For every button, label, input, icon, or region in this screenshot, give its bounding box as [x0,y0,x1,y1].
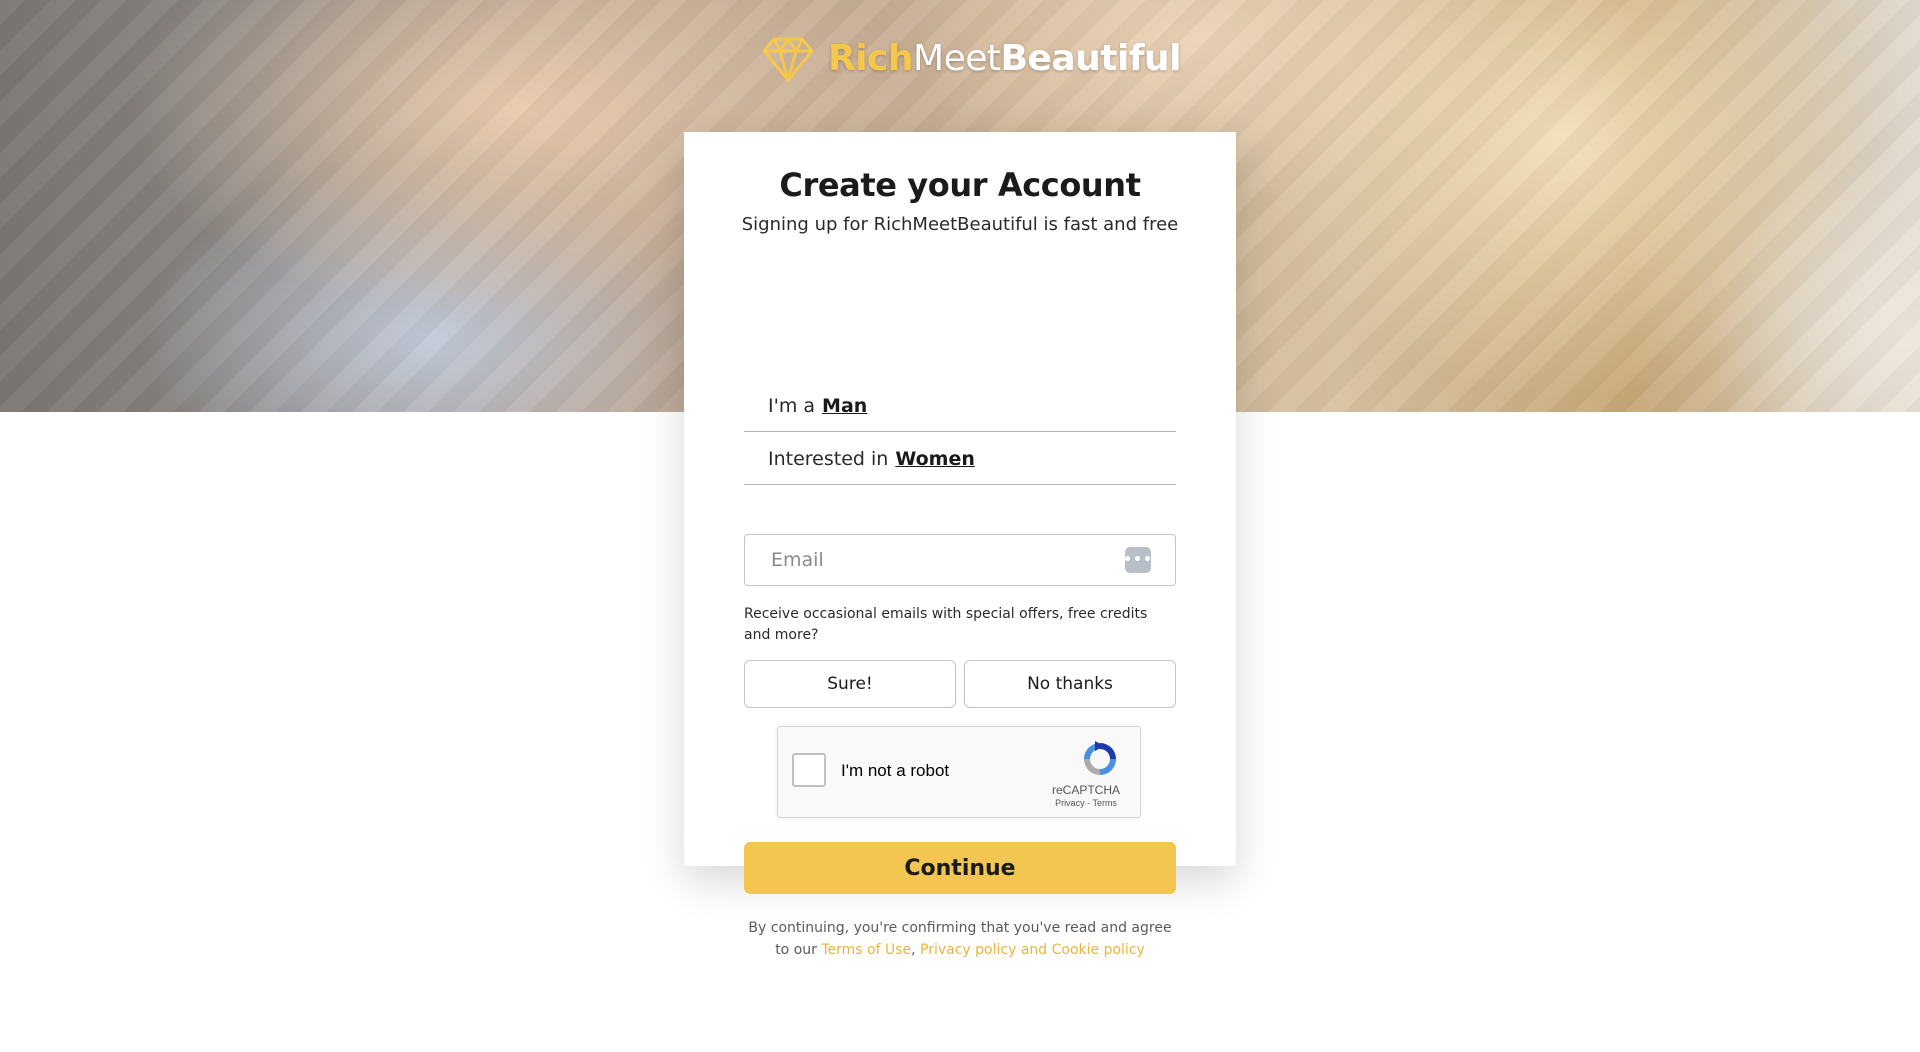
interest-prefix: Interested in [768,447,889,470]
terms-of-use-link[interactable]: Terms of Use [821,942,911,958]
interest-value[interactable]: Women [895,448,975,470]
gender-value[interactable]: Man [822,395,867,417]
email-input[interactable] [769,548,1093,572]
brand-beautiful: Beautiful [1000,38,1182,79]
gender-prefix: I'm a [768,394,816,417]
recaptcha-privacy-link[interactable]: Privacy [1055,798,1085,808]
email-field[interactable]: ••• [744,534,1176,586]
site-logo[interactable]: RichMeetBeautiful [762,34,1181,84]
offers-question: Receive occasional emails with special o… [744,606,1148,643]
recaptcha-checkbox[interactable] [792,753,826,787]
recaptcha-dash: - [1087,798,1091,808]
privacy-policy-link[interactable]: Privacy policy and Cookie policy [920,942,1145,958]
continue-button[interactable]: Continue [744,842,1176,894]
recaptcha-logo-icon [1084,741,1116,775]
legal-separator: , [911,942,916,958]
recaptcha-brand: reCAPTCHA [1051,783,1120,797]
recaptcha-links: Privacy - Terms [1046,798,1126,808]
page-subtitle: Signing up for RichMeetBeautiful is fast… [741,214,1179,235]
brand-rich: Rich [828,38,914,79]
recaptcha-terms-link[interactable]: Terms [1092,798,1117,808]
page-title: Create your Account [779,166,1141,204]
signup-card: Create your Account Signing up for RichM… [684,132,1236,958]
sure-button[interactable]: Sure! [744,660,956,708]
interest-selector[interactable]: Interested in Women [744,433,1176,485]
diamond-icon [762,37,814,82]
recaptcha-widget: I'm not a robot reCAPTCHA Privacy - Term… [777,726,1141,818]
brand-meet: Meet [913,38,1001,79]
recaptcha-label: I'm not a robot [841,761,950,780]
no-thanks-button[interactable]: No thanks [964,660,1176,708]
gender-selector[interactable]: I'm a Man [744,380,1176,432]
brand-wordmark: RichMeetBeautiful [828,41,1181,77]
legal-notice: By continuing, you're confirming that yo… [744,917,1176,961]
password-manager-icon[interactable]: ••• [1123,547,1152,573]
